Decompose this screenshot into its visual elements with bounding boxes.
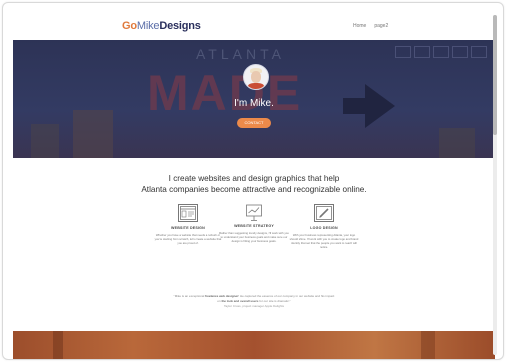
site-logo[interactable]: GoMikeDesigns [122, 20, 201, 32]
avatar-face [251, 71, 261, 83]
service-description: Whether you have a website that needs a … [154, 233, 222, 245]
hero-box-graphic [31, 124, 59, 158]
service-description: With your business representing Atlanta,… [289, 233, 359, 249]
logo-designs: Designs [159, 20, 201, 32]
service-title: WEBSITE STRATEGY [234, 224, 274, 228]
chart-presentation-icon [245, 204, 263, 221]
service-website-design: WEBSITE DESIGN Whether you have a websit… [153, 204, 223, 245]
avatar [243, 64, 269, 90]
logo-go: Go [122, 20, 137, 32]
service-title: LOGO DESIGN [310, 226, 338, 230]
quote-emphasis: freelance web designer [205, 294, 239, 298]
hero-window-panels [395, 46, 487, 58]
logo-mike: Mike [136, 20, 160, 32]
hero-heading: I'm Mike. [234, 98, 274, 109]
scrollbar-thumb[interactable] [493, 15, 497, 135]
service-description: Rather than suggesting trendy designs, I… [219, 231, 289, 243]
site-header: GoMikeDesigns Home page2 [13, 11, 495, 40]
website-page: GoMikeDesigns Home page2 ATLANTA MADE I'… [13, 11, 495, 359]
quote-author: Taylor Cross, project manager Apple Deli… [223, 304, 285, 308]
service-title: WEBSITE DESIGN [171, 226, 205, 230]
testimonial-quote: "Mike is an exceptional freelance web de… [173, 294, 335, 309]
hero-box-graphic [439, 128, 475, 158]
nav-home-link[interactable]: Home [353, 23, 366, 29]
hero-background-made: MADE [147, 65, 303, 121]
quote-text: for our site is dramatic." [259, 299, 291, 303]
intro-line-2: Atlanta companies become attractive and … [141, 185, 367, 194]
bottom-section-image [13, 331, 495, 359]
main-nav: Home page2 [353, 23, 388, 29]
hero-box-graphic [73, 110, 113, 158]
pencil-logo-icon [314, 204, 334, 222]
quote-text: "Mike is an exceptional [173, 294, 205, 298]
quote-emphasis: the look and overall users [221, 299, 259, 303]
service-website-strategy: WEBSITE STRATEGY Rather than suggesting … [219, 204, 289, 243]
intro-line-1: I create websites and design graphics th… [168, 174, 340, 183]
avatar-shirt [248, 83, 264, 89]
website-layout-icon [178, 204, 198, 222]
page-scrollbar[interactable] [493, 15, 497, 355]
service-logo-design: LOGO DESIGN With your business represent… [289, 204, 359, 249]
hero-section: ATLANTA MADE I'm Mike. CONTACT [13, 40, 495, 158]
browser-frame: GoMikeDesigns Home page2 ATLANTA MADE I'… [2, 2, 504, 360]
hero-background-atlanta: ATLANTA [196, 46, 285, 62]
contact-button[interactable]: CONTACT [237, 118, 271, 128]
intro-text: I create websites and design graphics th… [13, 173, 495, 195]
nav-page2-link[interactable]: page2 [374, 23, 388, 29]
